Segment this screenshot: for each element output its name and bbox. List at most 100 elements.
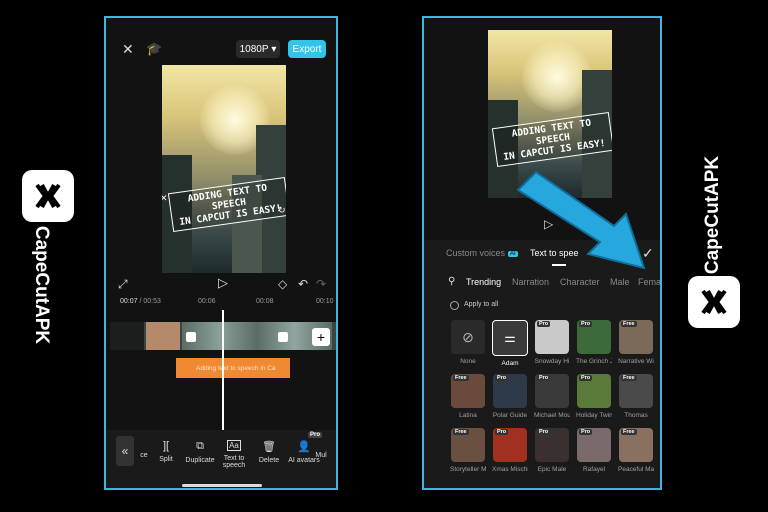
voice-item[interactable]: ⚌ Adam — [492, 320, 528, 367]
filter-trending[interactable]: Trending — [466, 277, 501, 287]
none-icon: ⊘ — [462, 329, 474, 345]
voice-item[interactable]: Free Latina — [450, 374, 486, 419]
voice-item[interactable]: Free Thomas — [618, 374, 654, 419]
filter-female[interactable]: Femal — [638, 277, 660, 287]
voice-badge: Free — [453, 375, 469, 381]
voice-name: Holiday Twin — [576, 412, 612, 419]
voice-badge: Pro — [537, 429, 551, 435]
voice-item[interactable]: Pro Xmas Mischi — [492, 428, 528, 473]
clip-thumb — [110, 322, 144, 350]
voice-badge: Pro — [579, 321, 593, 327]
resolution-label: 1080P — [239, 43, 269, 55]
resolution-dropdown[interactable]: 1080P ▾ — [236, 40, 280, 58]
voice-item[interactable]: Pro The Grinch J — [576, 320, 612, 365]
toolbar-label: Text to speech — [222, 455, 246, 469]
tts-audio-clip[interactable]: Adding text to speech in Ca — [176, 358, 290, 378]
keyframe-icon[interactable]: ◇ — [278, 278, 287, 290]
voice-avatar: Pro — [577, 428, 611, 462]
voice-avatar: Free — [619, 374, 653, 408]
adjust-icon: ⚌ — [504, 330, 516, 345]
voice-item[interactable]: Pro Polar Guide — [492, 374, 528, 419]
ruler-mark: 00:08 — [256, 298, 274, 305]
voice-badge: Free — [621, 321, 637, 327]
toolbar-item[interactable]: Mul — [306, 452, 336, 459]
voice-item[interactable]: Pro Rafayel — [576, 428, 612, 473]
voice-name: Michael Mou — [534, 412, 570, 419]
filter-icon[interactable]: ⚲ — [448, 277, 455, 287]
voice-name: Polar Guide — [492, 412, 528, 419]
voice-item[interactable]: Free Peaceful Ma — [618, 428, 654, 473]
apply-all-toggle[interactable] — [450, 301, 459, 310]
caption-delete-icon[interactable]: ✕ — [162, 193, 168, 204]
undo-icon[interactable]: ↶ — [298, 278, 308, 290]
clip-thumb — [182, 322, 332, 350]
voice-avatar: Free — [451, 374, 485, 408]
tab-custom-voices[interactable]: Custom voices AI — [446, 248, 518, 258]
voice-badge: Free — [453, 429, 469, 435]
voice-item[interactable]: Pro Epic Male — [534, 428, 570, 473]
filter-male[interactable]: Male — [610, 277, 630, 287]
voice-badge: Pro — [579, 375, 593, 381]
voice-name: Rafayel — [582, 466, 606, 473]
voice-item[interactable]: Free Storyteller M — [450, 428, 486, 473]
voice-badge: Pro — [495, 375, 509, 381]
clip-thumb — [146, 322, 180, 350]
transition-icon[interactable] — [278, 332, 288, 342]
collapse-toolbar-button[interactable]: « — [116, 436, 134, 466]
home-indicator — [182, 484, 262, 487]
voice-avatar: Pro — [535, 320, 569, 354]
voice-item[interactable]: Free Narrative Wi — [618, 320, 654, 365]
voice-avatar: Pro — [493, 374, 527, 408]
voice-avatar: Free — [619, 320, 653, 354]
toolbar-label: Split — [159, 456, 173, 463]
voice-avatar: Pro — [493, 428, 527, 462]
brand-right-text: CapeCutAPK — [702, 155, 723, 275]
play-icon[interactable]: ▷ — [218, 276, 228, 289]
voice-item[interactable]: Pro Holiday Twin — [576, 374, 612, 419]
voice-name: Storyteller M — [450, 466, 486, 473]
filter-narration[interactable]: Narration — [512, 277, 549, 287]
toolbar-label: Delete — [258, 457, 280, 464]
voice-name: Thomas — [624, 412, 648, 419]
voice-name: Adam — [501, 360, 519, 367]
video-preview[interactable]: ADDING TEXT TO SPEECH IN CAPCUT IS EASY!… — [162, 65, 286, 273]
redo-icon[interactable]: ↷ — [316, 278, 326, 290]
editor-screen: ✕ 🎓 1080P ▾ Export ADDING TEXT TO SPEECH… — [104, 16, 338, 490]
voice-badge: Pro — [537, 375, 551, 381]
brand-left — [22, 170, 74, 222]
voice-badge: Pro — [495, 429, 509, 435]
fullscreen-icon[interactable]: ⤢ — [118, 278, 128, 290]
voice-avatar: Pro — [535, 428, 569, 462]
toolbar-label: Duplicate — [185, 457, 215, 464]
playhead[interactable] — [222, 310, 224, 434]
voice-item[interactable]: Pro Michael Mou — [534, 374, 570, 419]
filter-character[interactable]: Character — [560, 277, 600, 287]
voice-badge: Pro — [579, 429, 593, 435]
tab-label: Custom voices — [446, 248, 506, 258]
time-total: / 00:53 — [139, 298, 161, 305]
export-label: Export — [292, 43, 322, 55]
transition-icon[interactable] — [186, 332, 196, 342]
toolbar-label: Mul — [315, 452, 327, 459]
voice-name: Snowday Hi — [534, 358, 570, 365]
voice-avatar: ⚌ — [492, 320, 528, 356]
export-button[interactable]: Export — [288, 40, 326, 58]
graduation-cap-icon[interactable]: 🎓 — [146, 42, 162, 55]
voice-item[interactable]: ⊘ None — [450, 320, 486, 365]
tts-clip-label: Adding text to speech in Ca — [196, 364, 276, 372]
voice-item[interactable]: Pro Snowday Hi — [534, 320, 570, 365]
apply-all-label: Apply to all — [464, 301, 499, 308]
voice-avatar: Pro — [577, 374, 611, 408]
ruler-mark: 00:10 — [316, 298, 334, 305]
arrow-annotation — [516, 170, 646, 270]
brand-right — [688, 276, 740, 328]
close-icon[interactable]: ✕ — [122, 42, 134, 56]
capecut-logo-icon — [688, 276, 740, 328]
tts-screen: ADDING TEXT TO SPEECH IN CAPCUT IS EASY!… — [422, 16, 662, 490]
voice-name: Epic Male — [537, 466, 567, 473]
caption-rotate-icon[interactable]: ↻ — [278, 205, 286, 216]
voice-name: Latina — [459, 412, 477, 419]
add-clip-button[interactable]: + — [312, 328, 330, 346]
voice-badge: Pro — [537, 321, 551, 327]
voice-name: None — [460, 358, 476, 365]
